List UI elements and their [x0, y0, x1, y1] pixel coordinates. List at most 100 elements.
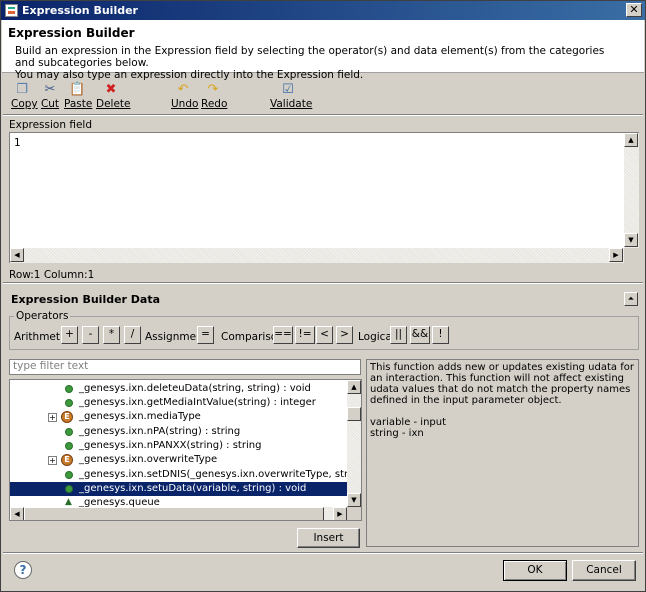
op-greater-than-button[interactable]: > — [336, 326, 353, 344]
paste-button[interactable]: 📋 Paste — [64, 82, 93, 111]
undo-label: Undo — [171, 98, 199, 110]
op-multiply-button[interactable]: * — [103, 326, 120, 344]
toolbar-separator — [3, 114, 643, 116]
scroll-right-icon[interactable]: ▶ — [609, 248, 623, 262]
scroll-down-icon[interactable]: ▼ — [624, 233, 638, 247]
expression-horizontal-scrollbar[interactable]: ◀ ▶ — [10, 248, 624, 263]
tree-scroll-up-icon[interactable]: ▲ — [347, 380, 361, 394]
tree-scroll-left-icon[interactable]: ◀ — [10, 507, 24, 520]
scroll-left-icon[interactable]: ◀ — [10, 248, 24, 262]
op-assign-button[interactable]: = — [197, 326, 214, 344]
scroll-up-icon[interactable]: ▲ — [624, 133, 638, 147]
ok-button[interactable]: OK — [503, 560, 567, 581]
copy-button[interactable]: ❐ Copy — [11, 82, 38, 111]
description-text: This function adds new or updates existi… — [370, 362, 634, 406]
method-icon — [65, 471, 73, 479]
method-icon — [65, 485, 73, 493]
method-icon — [65, 399, 73, 407]
tree-item-selected[interactable]: _genesys.ixn.setuData(variable, string) … — [10, 482, 348, 496]
delete-button[interactable]: ✖ Delete — [96, 82, 131, 111]
op-plus-button[interactable]: + — [61, 326, 78, 344]
enum-icon: E — [61, 411, 73, 423]
line-number: 1 — [14, 137, 21, 149]
tree-hscroll-thumb[interactable] — [24, 507, 324, 520]
scissors-icon: ✂ — [44, 82, 56, 97]
data-element-tree[interactable]: _genesys.ixn.deleteuData(string, string)… — [9, 379, 362, 521]
param-string: string - ixn — [370, 428, 424, 439]
collapse-icon[interactable]: ⏶ — [624, 292, 638, 306]
expand-plus-icon[interactable]: + — [48, 413, 57, 422]
op-minus-button[interactable]: - — [82, 326, 99, 344]
insert-button[interactable]: Insert — [297, 528, 360, 548]
data-section-title: Expression Builder Data — [11, 293, 161, 306]
tree-scroll-corner — [347, 507, 361, 520]
tree-item[interactable]: _genesys.ixn.deleteuData(string, string)… — [10, 382, 348, 396]
tree-item-label: _genesys.ixn.nPA(string) : string — [79, 426, 241, 437]
tree-item-label: _genesys.ixn.getMediaIntValue(string) : … — [79, 397, 316, 408]
dialog-header: Expression Builder Build an expression i… — [2, 20, 644, 81]
description-line-2: You may also type an expression directly… — [15, 69, 364, 81]
footer-separator — [3, 552, 643, 554]
toolbar: ❐ Copy ✂ Cut 📋 Paste ✖ Delete ↶ Undo ↷ R… — [1, 83, 645, 113]
param-variable: variable - input — [370, 417, 447, 428]
op-not-equal-button[interactable]: != — [295, 326, 315, 344]
op-or-button[interactable]: || — [390, 326, 407, 344]
dialog-title: Expression Builder — [8, 26, 135, 40]
tree-item[interactable]: _genesys.ixn.setDNIS(_genesys.ixn.overwr… — [10, 468, 348, 482]
op-less-than-button[interactable]: < — [316, 326, 333, 344]
title-bar: Expression Builder ✕ — [1, 1, 645, 20]
tree-item-label: _genesys.ixn.setuData(variable, string) … — [79, 483, 307, 494]
copy-icon: ❐ — [16, 82, 28, 97]
window-title: Expression Builder — [22, 4, 138, 17]
copy-label: Copy — [11, 98, 38, 110]
expression-vertical-scrollbar[interactable]: ▲ ▼ — [624, 133, 639, 248]
redo-button[interactable]: ↷ Redo — [201, 82, 227, 111]
method-icon — [65, 428, 73, 436]
expression-editor[interactable]: 1 ▲ ▼ ◀ ▶ — [9, 132, 639, 263]
op-equal-button[interactable]: == — [273, 326, 293, 344]
help-icon[interactable]: ? — [14, 561, 32, 579]
validate-button[interactable]: ☑ Validate — [270, 82, 312, 111]
expression-field-label: Expression field — [9, 119, 92, 131]
validate-check-icon: ☑ — [282, 82, 294, 97]
op-not-button[interactable]: ! — [432, 326, 449, 344]
redo-arrow-icon: ↷ — [207, 82, 219, 97]
op-and-button[interactable]: && — [410, 326, 430, 344]
expression-builder-window: Expression Builder ✕ Expression Builder … — [0, 0, 646, 592]
dialog-description: Build an expression in the Expression fi… — [15, 45, 615, 81]
tree-item-label: _genesys.ixn.setDNIS(_genesys.ixn.overwr… — [79, 469, 348, 480]
clipboard-icon: 📋 — [69, 82, 86, 97]
paste-label: Paste — [64, 98, 93, 110]
tree-scroll-right-icon[interactable]: ▶ — [333, 507, 347, 520]
undo-button[interactable]: ↶ Undo — [171, 82, 199, 111]
tree-item[interactable]: _genesys.ixn.nPANXX(string) : string — [10, 439, 348, 453]
tree-vertical-scrollbar[interactable]: ▲ ▼ — [347, 380, 361, 507]
cancel-button[interactable]: Cancel — [572, 560, 636, 581]
method-icon — [65, 385, 73, 393]
expand-plus-icon[interactable]: + — [48, 456, 57, 465]
function-description-panel: This function adds new or updates existi… — [366, 359, 639, 547]
section-separator — [3, 282, 643, 284]
description-line-1: Build an expression in the Expression fi… — [15, 45, 605, 69]
tree-item-label: _genesys.ixn.mediaType — [79, 411, 201, 422]
cut-label: Cut — [40, 98, 60, 110]
undo-arrow-icon: ↶ — [177, 82, 189, 97]
delete-label: Delete — [96, 98, 131, 110]
tree-item[interactable]: + E _genesys.ixn.mediaType — [10, 410, 348, 424]
filter-input[interactable]: type filter text — [9, 359, 361, 375]
tree-item[interactable]: _genesys.ixn.getMediaIntValue(string) : … — [10, 396, 348, 410]
tree-item[interactable]: + E _genesys.ixn.overwriteType — [10, 453, 348, 467]
cursor-position: Row:1 Column:1 — [9, 269, 95, 281]
operators-legend: Operators — [14, 310, 71, 322]
tree-scroll-thumb[interactable] — [347, 407, 361, 421]
tree-horizontal-scrollbar[interactable]: ◀ ▶ — [10, 507, 347, 520]
tree-item-label: _genesys.ixn.overwriteType — [79, 454, 218, 465]
delete-x-icon: ✖ — [105, 82, 117, 97]
op-divide-button[interactable]: / — [124, 326, 141, 344]
line-gutter: 1 — [10, 133, 24, 248]
close-button[interactable]: ✕ — [626, 3, 642, 17]
cut-button[interactable]: ✂ Cut — [40, 82, 60, 111]
tree-scroll-down-icon[interactable]: ▼ — [347, 493, 361, 507]
tree-item-label: _genesys.ixn.deleteuData(string, string)… — [79, 383, 311, 394]
tree-item[interactable]: _genesys.ixn.nPA(string) : string — [10, 425, 348, 439]
